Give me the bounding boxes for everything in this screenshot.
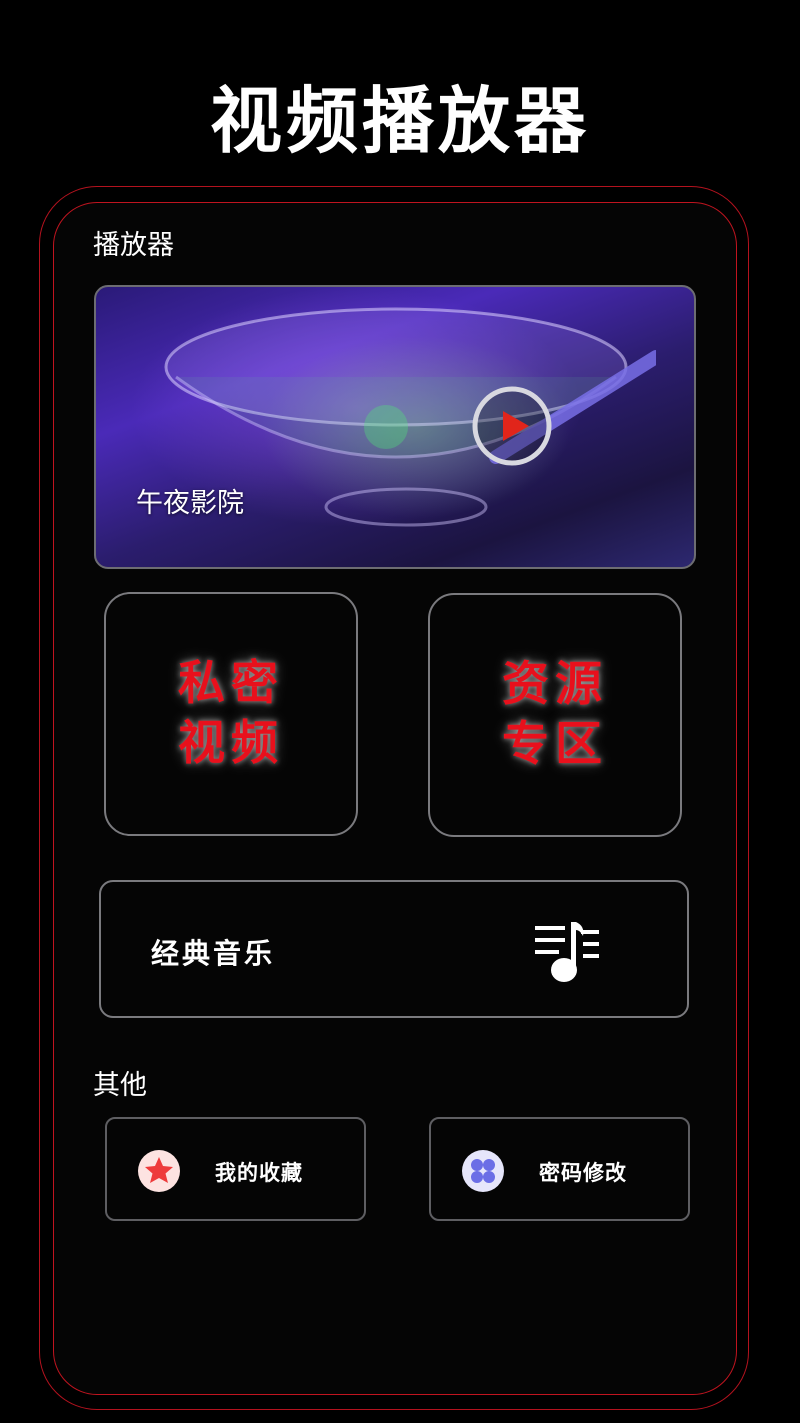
resource-zone-tile[interactable]: 资源 专区 xyxy=(428,593,682,837)
classic-music-row[interactable]: 经典音乐 xyxy=(99,880,689,1018)
favorites-label: 我的收藏 xyxy=(215,1161,303,1185)
tile-label-line-2: 视频 xyxy=(178,716,284,771)
my-favorites-button[interactable]: 我的收藏 xyxy=(105,1117,366,1221)
section-title-player: 播放器 xyxy=(93,230,174,261)
midnight-cinema-banner[interactable]: 午夜影院 xyxy=(94,285,696,569)
grid-icon xyxy=(462,1150,504,1192)
banner-title: 午夜影院 xyxy=(136,488,244,519)
private-video-tile[interactable]: 私密 视频 xyxy=(104,592,358,836)
music-label: 经典音乐 xyxy=(151,937,276,970)
music-list-icon xyxy=(535,922,599,982)
tile-label: 资源 专区 xyxy=(495,655,615,775)
password-label: 密码修改 xyxy=(539,1161,627,1185)
tile-label-line-2: 专区 xyxy=(502,717,608,772)
star-icon xyxy=(138,1150,180,1192)
app-screen: 视频播放器 播放器 午夜影院 私密 视频 资源 专区 经典音乐 其他 我的收藏 … xyxy=(0,0,800,1423)
play-circle-icon[interactable] xyxy=(471,385,553,467)
tile-label: 私密 视频 xyxy=(171,654,291,774)
tile-label-line-1: 资源 xyxy=(502,657,608,712)
page-title: 视频播放器 xyxy=(209,79,590,163)
section-title-other: 其他 xyxy=(93,1070,147,1101)
change-password-button[interactable]: 密码修改 xyxy=(429,1117,690,1221)
tile-label-line-1: 私密 xyxy=(178,656,284,711)
